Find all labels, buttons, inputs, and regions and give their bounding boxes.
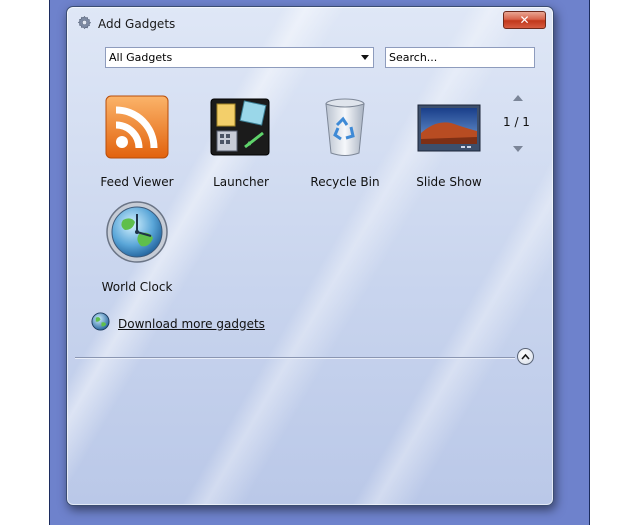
gadget-label: Launcher	[213, 175, 269, 189]
gadget-label: Recycle Bin	[310, 175, 380, 189]
chevron-down-icon	[361, 55, 369, 60]
page-up-arrow-icon[interactable]	[513, 95, 523, 101]
add-gadgets-window: Add Gadgets ✕ All Gadgets Fee	[66, 6, 554, 506]
gadget-label: Slide Show	[416, 175, 482, 189]
gadget-label: Feed Viewer	[100, 175, 174, 189]
globe-icon	[91, 312, 110, 335]
download-more-gadgets-link[interactable]: Download more gadgets	[118, 317, 265, 331]
close-icon: ✕	[519, 13, 530, 27]
gadget-label: World Clock	[101, 280, 173, 294]
show-details-toggle[interactable]	[517, 348, 534, 365]
page-indicator: 1 / 1	[503, 115, 530, 129]
search-input[interactable]	[385, 47, 535, 68]
gadget-filter-dropdown[interactable]: All Gadgets	[105, 47, 374, 68]
launcher-icon	[209, 95, 273, 159]
gadget-world-clock[interactable]: World Clock	[92, 200, 182, 294]
gear-icon	[77, 15, 92, 34]
details-divider	[75, 357, 515, 359]
rss-feed-icon	[105, 95, 169, 159]
gadget-recycle-bin[interactable]: Recycle Bin	[300, 95, 390, 189]
world-clock-icon	[105, 200, 169, 264]
page-down-arrow-icon[interactable]	[513, 146, 523, 152]
filter-selected-value: All Gadgets	[109, 51, 173, 64]
chevron-up-icon	[521, 353, 530, 360]
recycle-bin-icon	[313, 95, 377, 159]
gadget-launcher[interactable]: Launcher	[196, 95, 286, 189]
gadget-feed-viewer[interactable]: Feed Viewer	[92, 95, 182, 189]
gadget-slide-show[interactable]: Slide Show	[404, 95, 494, 189]
slideshow-icon	[417, 95, 481, 159]
close-button[interactable]: ✕	[503, 11, 546, 29]
window-title: Add Gadgets	[98, 17, 176, 31]
title-bar: Add Gadgets	[77, 15, 175, 33]
download-more-row: Download more gadgets	[91, 312, 265, 335]
